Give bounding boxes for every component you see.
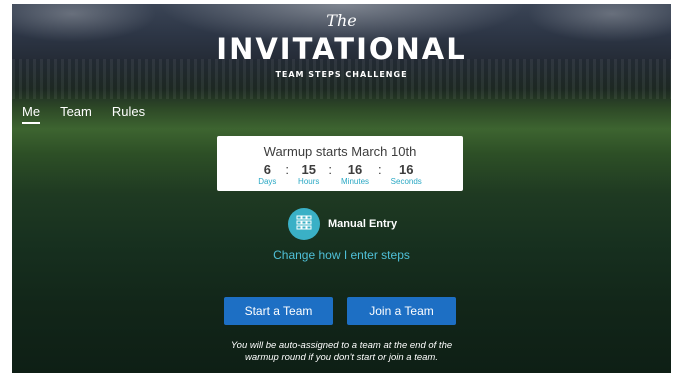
countdown-timer: 6 Days : 15 Hours : 16 Minutes : 16 Seco… [217, 163, 463, 187]
main-nav: Me Team Rules [22, 104, 145, 124]
change-entry-method-link[interactable]: Change how I enter steps [0, 248, 683, 262]
countdown-hours: 15 Hours [298, 163, 319, 187]
note-line-2: warmup round if you don't start or join … [245, 352, 438, 363]
time-separator: : [328, 162, 333, 177]
join-team-button[interactable]: Join a Team [347, 297, 456, 325]
entry-method-label: Manual Entry [328, 218, 398, 230]
countdown-days: 6 Days [258, 163, 276, 187]
countdown-seconds: 16 Seconds [391, 163, 422, 187]
minutes-value: 16 [347, 162, 363, 177]
entry-method: Manual Entry [288, 208, 397, 240]
nav-tab-me[interactable]: Me [22, 104, 41, 124]
start-team-button[interactable]: Start a Team [224, 297, 333, 325]
time-separator: : [378, 162, 382, 177]
time-separator: : [285, 162, 290, 177]
countdown-card: Warmup starts March 10th 6 Days : 15 Hou… [217, 136, 463, 191]
nav-tab-rules[interactable]: Rules [112, 104, 145, 124]
challenge-title: The INVITATIONAL TEAM STEPS CHALLENGE [12, 11, 671, 80]
auto-assign-note: You will be auto-assigned to a team at t… [0, 340, 683, 364]
minutes-label: Minutes [341, 177, 370, 186]
note-line-1: You will be auto-assigned to a team at t… [230, 340, 453, 351]
days-label: Days [258, 177, 277, 186]
countdown-minutes: 16 Minutes [341, 163, 369, 187]
days-value: 6 [263, 162, 271, 177]
hours-value: 15 [301, 162, 316, 177]
hours-label: Hours [298, 177, 320, 186]
seconds-value: 16 [398, 162, 414, 177]
title-subtitle: TEAM STEPS CHALLENGE [275, 70, 408, 79]
keypad-icon [288, 208, 320, 240]
title-main: INVITATIONAL [216, 32, 467, 66]
nav-tab-team[interactable]: Team [60, 104, 92, 124]
seconds-label: Seconds [390, 177, 422, 186]
title-prefix: The [326, 11, 357, 30]
countdown-title: Warmup starts March 10th [263, 144, 417, 159]
